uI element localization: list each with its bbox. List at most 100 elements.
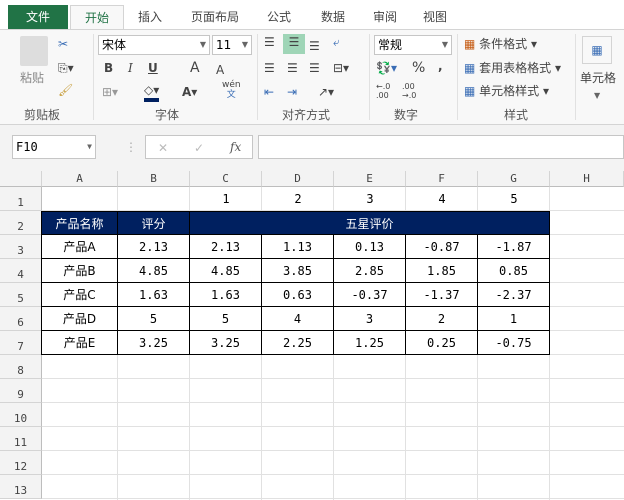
column-header-F[interactable]: F [406,171,478,187]
cell-D6[interactable]: 4 [262,307,334,331]
column-header-C[interactable]: C [190,171,262,187]
cell-F5[interactable]: -1.37 [406,283,478,307]
insert-function-icon[interactable]: fx [230,139,241,155]
font-name-select[interactable]: 宋体 ▼ [98,35,210,55]
row-header-12[interactable]: 12 [0,451,42,475]
cell-F3[interactable]: -0.87 [406,235,478,259]
formula-input[interactable] [258,135,624,159]
tab-5[interactable]: 数据 [306,5,360,30]
underline-button[interactable]: U [148,60,158,76]
enter-icon[interactable]: ✓ [194,140,204,156]
format-as-table-button[interactable]: ▦ 套用表格格式 ▾ [464,60,561,76]
percent-button[interactable]: % [412,60,425,76]
cell-B3[interactable]: 2.13 [118,235,190,259]
format-painter-icon[interactable]: 🖌 [58,82,73,98]
cells-dropdown-icon[interactable]: ▼ [594,88,600,104]
row-header-5[interactable]: 5 [0,283,42,307]
cell-G1[interactable]: 5 [478,187,550,211]
column-header-E[interactable]: E [334,171,406,187]
phonetic-button[interactable]: wén 文 [222,80,241,100]
cell-C6[interactable]: 5 [190,307,262,331]
cell-C1[interactable]: 1 [190,187,262,211]
column-header-D[interactable]: D [262,171,334,187]
tab-4[interactable]: 公式 [254,5,304,30]
cell-C4[interactable]: 4.85 [190,259,262,283]
cell-E1[interactable]: 3 [334,187,406,211]
select-all-corner[interactable] [0,171,42,187]
align-center-icon[interactable]: ☰ [287,60,298,76]
italic-button[interactable]: I [128,60,133,76]
cell-E5[interactable]: -0.37 [334,283,406,307]
tab-7[interactable]: 视图 [410,5,460,30]
cell-C5[interactable]: 1.63 [190,283,262,307]
cell-C7[interactable]: 3.25 [190,331,262,355]
header-score[interactable]: 评分 [118,211,190,235]
cell-E6[interactable]: 3 [334,307,406,331]
cell-F7[interactable]: 0.25 [406,331,478,355]
cancel-icon[interactable]: ✕ [158,140,168,156]
comma-button[interactable]: , [438,58,443,74]
merge-center-icon[interactable]: ⊟▾ [333,60,349,76]
cut-icon[interactable]: ✂ [58,36,68,52]
paste-button[interactable]: 粘贴 [20,70,44,86]
cell-E7[interactable]: 1.25 [334,331,406,355]
cell-D1[interactable]: 2 [262,187,334,211]
bold-button[interactable]: B [104,60,113,76]
font-color-button[interactable]: A▾ [182,84,197,100]
tab-3[interactable]: 页面布局 [178,5,252,30]
column-header-A[interactable]: A [42,171,118,187]
cell-D4[interactable]: 3.85 [262,259,334,283]
cell-A4[interactable]: 产品B [41,259,118,283]
column-header-G[interactable]: G [478,171,550,187]
cell-styles-button[interactable]: ▦ 单元格样式 ▾ [464,83,549,99]
row-header-3[interactable]: 3 [0,235,42,259]
increase-decimal-button[interactable]: ←.0 .00 [376,82,398,100]
orientation-icon[interactable]: ↗▾ [318,84,334,100]
align-bottom-icon[interactable]: ☰ [309,38,320,54]
decrease-decimal-button[interactable]: .00 →.0 [402,82,424,100]
cell-B6[interactable]: 5 [118,307,190,331]
cell-B7[interactable]: 3.25 [118,331,190,355]
align-left-icon[interactable]: ☰ [264,60,275,76]
cell-D5[interactable]: 0.63 [262,283,334,307]
decrease-indent-icon[interactable]: ⇤ [264,84,274,100]
cell-A7[interactable]: 产品E [41,331,118,355]
align-top-icon[interactable]: ☰ [264,34,275,50]
borders-icon[interactable]: ⊞▾ [102,84,118,100]
grow-font-button[interactable]: A [190,60,200,76]
row-header-4[interactable]: 4 [0,259,42,283]
align-middle-icon[interactable]: ☰ [283,34,305,54]
tab-2[interactable]: 插入 [124,5,176,30]
cell-F1[interactable]: 4 [406,187,478,211]
name-box[interactable]: F10 ▼ [12,135,96,159]
increase-indent-icon[interactable]: ⇥ [287,84,297,100]
row-header-1[interactable]: 1 [0,187,42,211]
cell-G6[interactable]: 1 [478,307,550,331]
header-five-star-rating[interactable]: 五星评价 [190,211,550,235]
cell-G4[interactable]: 0.85 [478,259,550,283]
paste-icon[interactable] [20,36,48,66]
row-header-2[interactable]: 2 [0,211,42,235]
cell-B4[interactable]: 4.85 [118,259,190,283]
copy-icon[interactable]: ⎘▾ [58,60,74,76]
cell-G3[interactable]: -1.87 [478,235,550,259]
row-header-9[interactable]: 9 [0,379,42,403]
cell-G7[interactable]: -0.75 [478,331,550,355]
conditional-formatting-button[interactable]: ▦ 条件格式 ▾ [464,36,537,52]
cells-button[interactable]: 单元格 [580,70,616,86]
wrap-text-icon[interactable]: ⤶ [333,34,340,50]
shrink-font-button[interactable]: A [216,62,224,78]
cell-E3[interactable]: 0.13 [334,235,406,259]
row-header-10[interactable]: 10 [0,403,42,427]
cell-F4[interactable]: 1.85 [406,259,478,283]
tab-6[interactable]: 审阅 [360,5,410,30]
cell-F6[interactable]: 2 [406,307,478,331]
cells-icon[interactable]: ▦ [582,36,612,64]
cell-A3[interactable]: 产品A [41,235,118,259]
column-header-H[interactable]: H [550,171,624,187]
column-header-B[interactable]: B [118,171,190,187]
tab-1[interactable]: 开始 [70,5,124,30]
cell-E4[interactable]: 2.85 [334,259,406,283]
fill-color-icon[interactable]: ◇▾ [144,82,160,102]
cell-C3[interactable]: 2.13 [190,235,262,259]
